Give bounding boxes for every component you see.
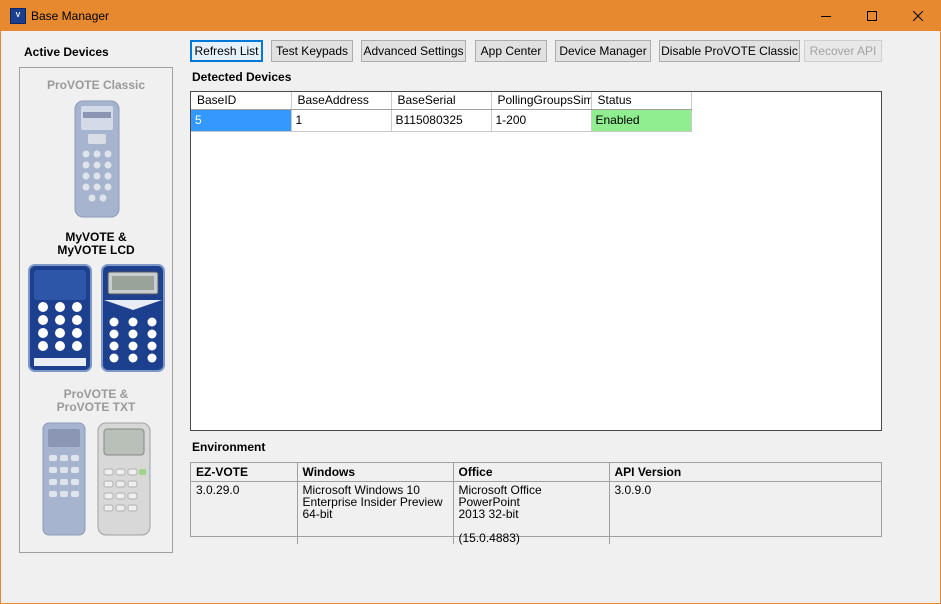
app-icon: V bbox=[10, 8, 26, 24]
close-icon bbox=[913, 11, 923, 21]
cell-pollinggroups[interactable]: 1-200 bbox=[491, 109, 592, 132]
title-bar[interactable]: V Base Manager bbox=[1, 1, 940, 31]
env-header-windows: Windows bbox=[297, 463, 454, 482]
refresh-list-button[interactable]: Refresh List bbox=[190, 40, 263, 62]
devices-header-row: BaseID BaseAddress BaseSerial PollingGro… bbox=[191, 92, 692, 110]
minimize-button[interactable] bbox=[803, 1, 849, 31]
environment-row: 3.0.29.0 Microsoft Windows 10 Enterprise… bbox=[191, 481, 881, 544]
device-title-provote-txt: ProVOTE & ProVOTE TXT bbox=[56, 387, 136, 414]
env-api-version-value: 3.0.9.0 bbox=[614, 482, 652, 497]
cell-status[interactable]: Enabled bbox=[591, 109, 692, 132]
maximize-icon bbox=[867, 11, 877, 21]
close-button[interactable] bbox=[895, 1, 941, 31]
devices-table: BaseID BaseAddress BaseSerial PollingGro… bbox=[191, 92, 692, 132]
cell-baseserial[interactable]: B115080325 bbox=[391, 109, 492, 132]
environment-header-row: EZ-VOTE Windows Office API Version bbox=[191, 463, 881, 482]
active-devices-panel: ProVOTE Classic MyVOTE & MyVOTE LCD ProV… bbox=[19, 67, 173, 553]
column-header-status[interactable]: Status bbox=[591, 92, 692, 110]
active-devices-heading: Active Devices bbox=[24, 45, 109, 59]
cell-baseid[interactable]: 5 bbox=[191, 109, 292, 132]
maximize-button[interactable] bbox=[849, 1, 895, 31]
cell-baseaddress[interactable]: 1 bbox=[291, 109, 392, 132]
column-header-baseserial[interactable]: BaseSerial bbox=[391, 92, 492, 110]
env-header-ezvote: EZ-VOTE bbox=[191, 463, 298, 482]
env-ezvote-value: 3.0.29.0 bbox=[191, 481, 298, 544]
device-title-provote-classic: ProVOTE Classic bbox=[46, 78, 146, 92]
detected-devices-grid[interactable]: BaseID BaseAddress BaseSerial PollingGro… bbox=[190, 91, 882, 431]
window-title: Base Manager bbox=[31, 9, 110, 23]
environment-label: Environment bbox=[192, 440, 266, 454]
test-keypads-button[interactable]: Test Keypads bbox=[271, 40, 353, 62]
env-office-value: Microsoft Office PowerPoint 2013 32-bit … bbox=[453, 481, 610, 544]
env-windows-value: Microsoft Windows 10 Enterprise Insider … bbox=[297, 481, 454, 544]
recover-api-button: Recover API bbox=[804, 40, 882, 62]
env-header-office: Office bbox=[453, 463, 610, 482]
env-header-api-version: API Version bbox=[609, 463, 881, 482]
environment-table: EZ-VOTE Windows Office API Version 3.0.2… bbox=[190, 462, 882, 544]
column-header-baseid[interactable]: BaseID bbox=[191, 92, 292, 110]
table-row[interactable]: 5 1 B115080325 1-200 Enabled bbox=[191, 109, 692, 132]
device-manager-button[interactable]: Device Manager bbox=[555, 40, 651, 62]
detected-devices-label: Detected Devices bbox=[192, 70, 292, 84]
device-title-myvote: MyVOTE & MyVOTE LCD bbox=[57, 230, 135, 257]
disable-provote-classic-button[interactable]: Disable ProVOTE Classic bbox=[659, 40, 800, 62]
minimize-icon bbox=[821, 16, 831, 17]
app-center-button[interactable]: App Center bbox=[475, 40, 547, 62]
provote-txt-remotes-icon[interactable] bbox=[40, 421, 154, 537]
myvote-remotes-icon[interactable] bbox=[28, 264, 166, 372]
column-header-baseaddress[interactable]: BaseAddress bbox=[291, 92, 392, 110]
column-header-pollinggroups[interactable]: PollingGroupsSimple bbox=[491, 92, 592, 110]
base-manager-window: V Base Manager Active Devices ProVOTE Cl… bbox=[0, 0, 941, 604]
advanced-settings-button[interactable]: Advanced Settings bbox=[361, 40, 466, 62]
provote-classic-remote-icon[interactable] bbox=[74, 100, 120, 218]
